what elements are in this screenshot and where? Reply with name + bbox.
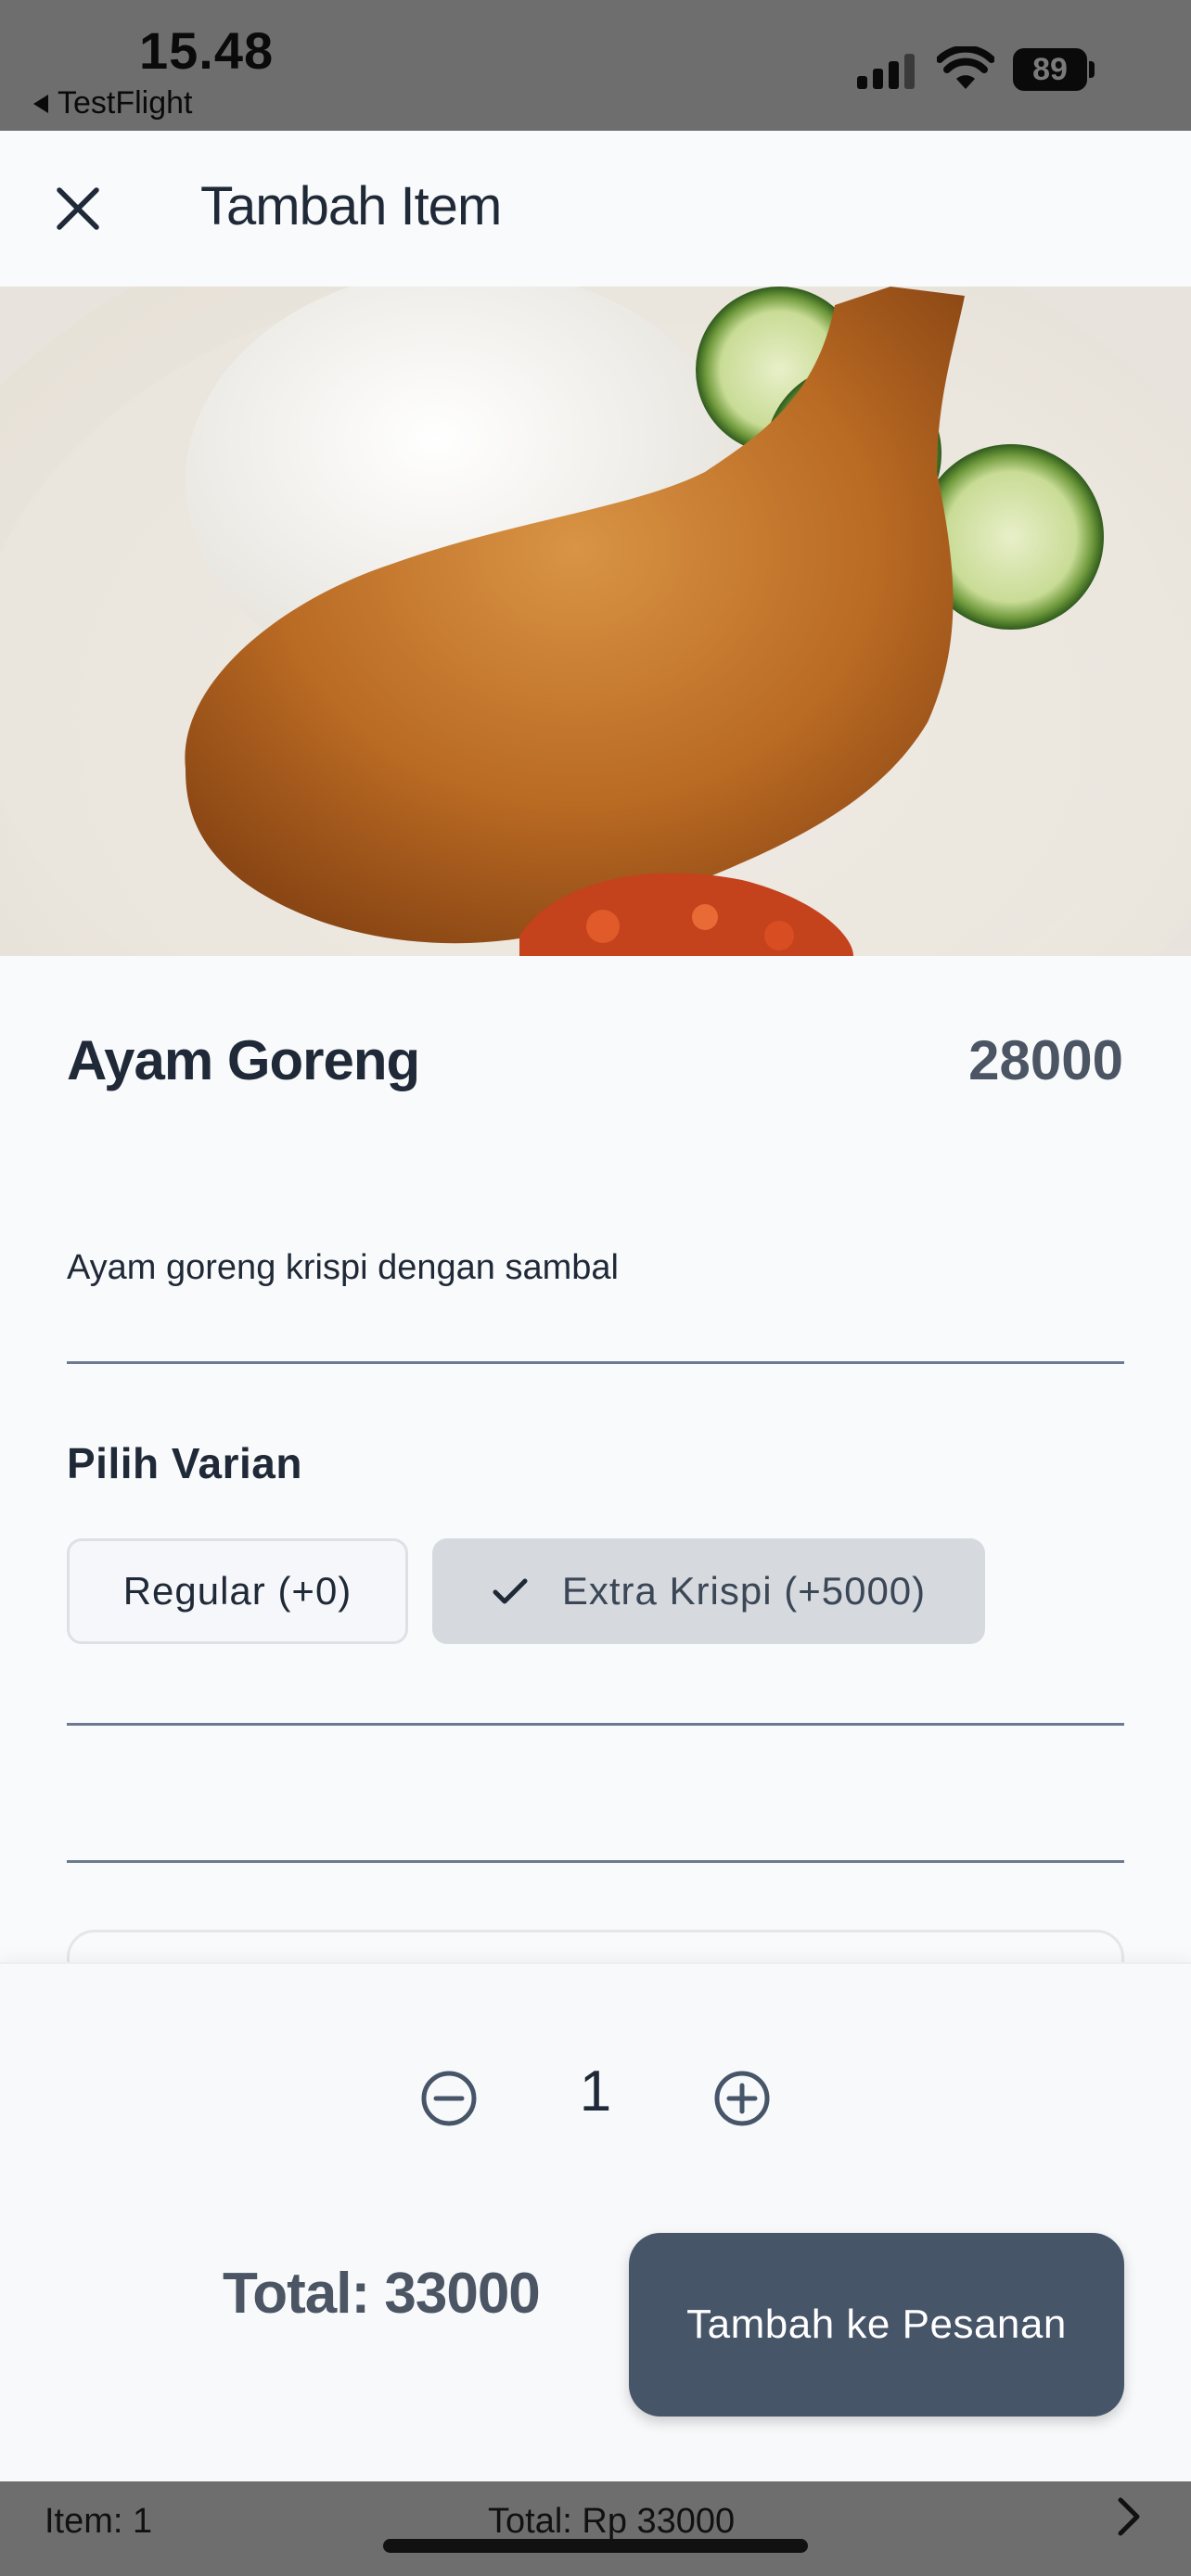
- increase-quantity-button[interactable]: [712, 2069, 772, 2128]
- add-to-order-label: Tambah ke Pesanan: [686, 2302, 1067, 2347]
- page-title: Tambah Item: [200, 176, 502, 236]
- sheet-header: Tambah Item: [0, 131, 1191, 287]
- cart-total: Total: Rp 33000: [488, 2502, 736, 2541]
- variant-section-title: Pilih Varian: [67, 1439, 302, 1487]
- description-divider: [67, 1361, 1124, 1364]
- screen: 15.48 TestFlight 89 Tambah Item Ayam Gor…: [0, 0, 1191, 2576]
- battery-cap: [1089, 61, 1095, 78]
- back-app-label: TestFlight: [58, 85, 193, 121]
- variant-chip-extra-krispi[interactable]: Extra Krispi (+5000): [432, 1538, 985, 1644]
- item-description: Ayam goreng krispi dengan sambal: [67, 1248, 619, 1287]
- item-name: Ayam Goreng: [67, 1029, 420, 1091]
- cart-item-count: Item: 1: [45, 2502, 153, 2541]
- minus-circle-icon: [421, 2071, 477, 2126]
- variant-chip-label: Regular (+0): [122, 1569, 352, 1613]
- order-total: Total: 33000: [223, 2262, 541, 2326]
- home-indicator: [383, 2539, 808, 2553]
- decrease-quantity-button[interactable]: [419, 2069, 479, 2128]
- item-image: [0, 287, 1191, 956]
- plus-circle-icon: [714, 2071, 770, 2126]
- cart-summary-bar[interactable]: Item: 1 Total: Rp 33000: [0, 2481, 1191, 2576]
- check-icon: [493, 1578, 528, 1604]
- add-item-sheet: Tambah Item Ayam Goreng 28000 Ayam goren…: [0, 131, 1191, 2481]
- close-icon: [57, 187, 99, 230]
- quantity-value: 1: [579, 2060, 612, 2123]
- add-to-order-button[interactable]: Tambah ke Pesanan: [629, 2233, 1124, 2417]
- variant-chip-regular[interactable]: Regular (+0): [67, 1538, 408, 1644]
- extra-field-underline[interactable]: [67, 1860, 1124, 1863]
- status-time: 15.48: [139, 21, 275, 80]
- battery-level: 89: [1032, 51, 1068, 87]
- variant-chip-label: Extra Krispi (+5000): [561, 1569, 927, 1613]
- note-field-underline[interactable]: [67, 1723, 1124, 1726]
- order-action-panel: 1 Total: 33000 Tambah ke Pesanan: [0, 1962, 1191, 2481]
- back-arrow-icon: [33, 94, 48, 113]
- signal-icon: [857, 52, 915, 89]
- battery-icon: 89: [1013, 48, 1087, 91]
- close-button[interactable]: [46, 177, 109, 240]
- status-bar: 15.48 TestFlight 89: [0, 0, 1191, 131]
- chevron-right-icon: [1118, 2497, 1140, 2536]
- item-price: 28000: [968, 1029, 1123, 1091]
- wifi-icon: [937, 46, 994, 89]
- back-to-app-link[interactable]: TestFlight: [33, 85, 193, 121]
